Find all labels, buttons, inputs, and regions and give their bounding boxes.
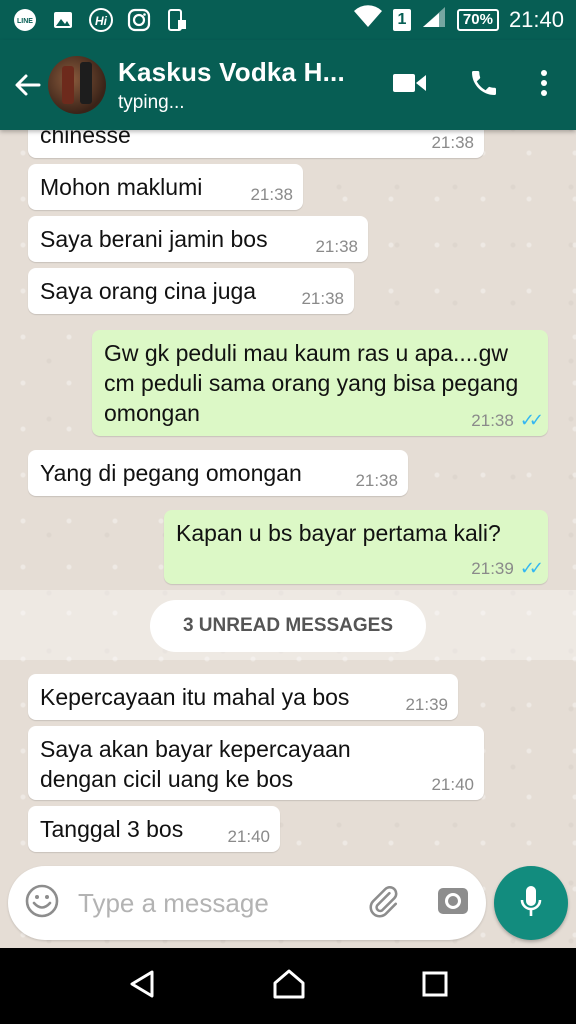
phone-signal-icon [164, 7, 190, 33]
attach-icon[interactable] [366, 884, 400, 923]
read-ticks-icon: ✓✓ [519, 410, 544, 430]
voice-call-icon[interactable] [468, 67, 500, 104]
message-text: Yang di pegang omongan [40, 460, 302, 486]
wifi-icon [353, 5, 383, 35]
message-text: Kepercayaan itu mahal ya bos [40, 684, 350, 710]
contact-status: typing... [118, 91, 185, 113]
message-bubble[interactable]: Saya orang cina juga 21:38 [28, 268, 354, 314]
message-time: 21:38 [471, 411, 514, 430]
avatar[interactable] [48, 56, 106, 114]
camera-icon[interactable] [436, 884, 470, 923]
message-bubble[interactable]: chinesse 21:38 [28, 130, 484, 158]
battery-indicator: 70% [456, 9, 499, 31]
sim-badge: 1 [392, 9, 411, 31]
emoji-icon[interactable] [24, 883, 60, 924]
message-time: 21:40 [431, 775, 474, 794]
message-input[interactable]: Type a message [78, 888, 366, 919]
hi-icon: Hi [88, 7, 114, 33]
chat-area[interactable]: chinesse 21:38 Mohon maklumi 21:38 Saya … [0, 130, 576, 948]
message-bubble[interactable]: Kapan u bs bayar pertama kali? 21:39 ✓✓ [164, 510, 548, 584]
message-time: 21:39 [471, 559, 514, 578]
contact-info[interactable]: Kaskus Vodka H... typing... [118, 57, 392, 114]
back-arrow-icon[interactable] [10, 65, 44, 105]
video-call-icon[interactable] [392, 71, 428, 100]
mic-button[interactable] [494, 866, 568, 940]
message-text: Mohon maklumi [40, 174, 203, 200]
message-text: Saya berani jamin bos [40, 226, 268, 252]
message-bubble[interactable]: Tanggal 3 bos 21:40 [28, 806, 280, 852]
chat-header: Kaskus Vodka H... typing... [0, 40, 576, 130]
contact-name: Kaskus Vodka H... [118, 56, 345, 87]
message-text: Gw gk peduli mau kaum ras u apa....gw cm… [104, 340, 519, 426]
gallery-icon [50, 7, 76, 33]
message-time: 21:38 [355, 471, 398, 490]
message-bubble[interactable]: Kepercayaan itu mahal ya bos 21:39 [28, 674, 458, 720]
message-bubble[interactable]: Yang di pegang omongan 21:38 [28, 450, 408, 496]
message-time: 21:40 [227, 827, 270, 846]
message-time: 21:39 [405, 695, 448, 714]
message-bubble[interactable]: Mohon maklumi 21:38 [28, 164, 303, 210]
status-bar: LINE Hi 1 70% 21:40 [0, 0, 576, 40]
system-nav-bar [0, 948, 576, 1024]
read-ticks-icon: ✓✓ [519, 558, 544, 578]
cell-signal-icon [421, 5, 447, 35]
clock: 21:40 [508, 7, 564, 32]
nav-recents-icon[interactable] [420, 969, 450, 1004]
message-text: Tanggal 3 bos [40, 816, 184, 842]
message-text: Kapan u bs bayar pertama kali? [176, 520, 501, 546]
message-time: 21:38 [250, 185, 293, 204]
instagram-icon [126, 7, 152, 33]
svg-text:Hi: Hi [95, 14, 108, 28]
message-bubble[interactable]: Gw gk peduli mau kaum ras u apa....gw cm… [92, 330, 548, 436]
more-vert-icon[interactable] [540, 69, 548, 102]
message-bubble[interactable]: Saya akan bayar kepercayaan dengan cicil… [28, 726, 484, 800]
line-icon: LINE [12, 7, 38, 33]
message-composer[interactable]: Type a message [8, 866, 486, 940]
mic-icon [518, 884, 544, 923]
message-text: chinesse [40, 130, 131, 148]
message-bubble[interactable]: Saya berani jamin bos 21:38 [28, 216, 368, 262]
message-time: 21:38 [315, 237, 358, 256]
svg-text:LINE: LINE [17, 18, 33, 25]
nav-back-icon[interactable] [126, 968, 158, 1005]
unread-messages-label: 3 UNREAD MESSAGES [150, 600, 426, 652]
message-time: 21:38 [431, 133, 474, 152]
nav-home-icon[interactable] [271, 967, 307, 1006]
message-text: Saya orang cina juga [40, 278, 257, 304]
message-text: Saya akan bayar kepercayaan dengan cicil… [40, 736, 351, 792]
message-time: 21:38 [301, 289, 344, 308]
